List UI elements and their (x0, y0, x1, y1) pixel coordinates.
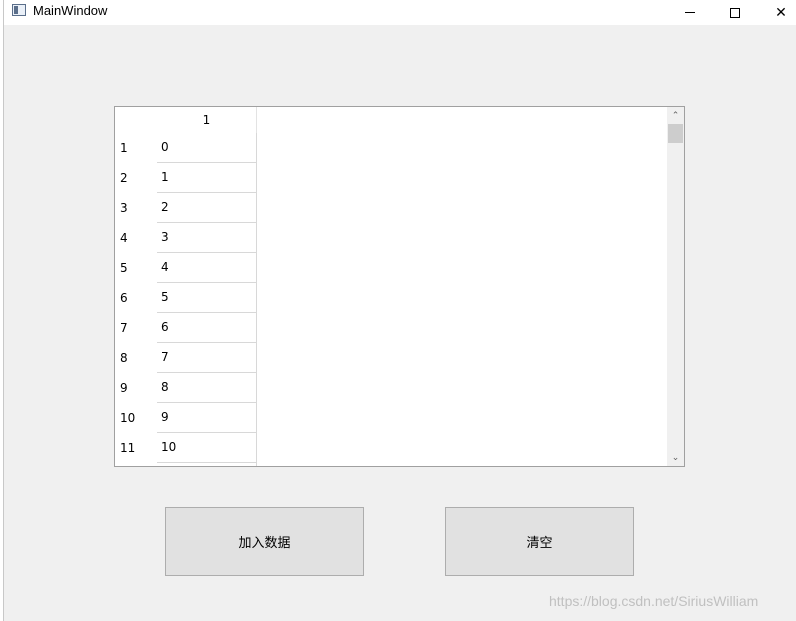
row-header[interactable]: 11 (115, 433, 157, 463)
row-header[interactable]: 8 (115, 343, 157, 373)
table-cell[interactable]: 1 (157, 163, 257, 193)
row-header[interactable]: 12 (115, 463, 157, 466)
table-cell[interactable]: 9 (157, 403, 257, 433)
title-bar[interactable]: MainWindow ✕ (4, 0, 796, 25)
clear-button[interactable]: 清空 (445, 507, 634, 576)
minimize-icon (685, 12, 695, 13)
main-window: MainWindow ✕ 1 1 0 2 1 3 2 4 3 5 4 6 5 7 6 8 7 9 8 10 9 11 10… (4, 0, 796, 621)
table-cell[interactable]: 10 (157, 433, 257, 463)
maximize-icon (730, 7, 740, 18)
data-table[interactable]: 1 10213243546576879810911101211 ⌃ ⌄ (114, 106, 685, 467)
minimize-button[interactable] (667, 0, 713, 25)
scroll-up-arrow-icon[interactable]: ⌃ (667, 107, 684, 124)
table-corner (115, 107, 157, 133)
row-header[interactable]: 10 (115, 403, 157, 433)
scroll-down-arrow-icon[interactable]: ⌄ (667, 449, 684, 466)
table-cell[interactable]: 5 (157, 283, 257, 313)
table-cell[interactable]: 2 (157, 193, 257, 223)
table-cell[interactable]: 11 (157, 463, 257, 466)
row-header[interactable]: 2 (115, 163, 157, 193)
add-data-button[interactable]: 加入数据 (165, 507, 364, 576)
close-icon: ✕ (775, 4, 787, 21)
table-cell[interactable]: 3 (157, 223, 257, 253)
row-header[interactable]: 3 (115, 193, 157, 223)
table-cell[interactable]: 0 (157, 133, 257, 163)
table-cell[interactable]: 7 (157, 343, 257, 373)
row-header[interactable]: 1 (115, 133, 157, 163)
close-button[interactable]: ✕ (758, 0, 796, 25)
column-header[interactable]: 1 (157, 107, 257, 133)
row-header[interactable]: 6 (115, 283, 157, 313)
row-header[interactable]: 4 (115, 223, 157, 253)
table-cell[interactable]: 8 (157, 373, 257, 403)
app-icon (12, 4, 26, 16)
table-cell[interactable]: 6 (157, 313, 257, 343)
watermark: https://blog.csdn.net/SiriusWilliam (549, 593, 759, 609)
scroll-thumb[interactable] (668, 124, 683, 143)
maximize-button[interactable] (712, 0, 758, 25)
row-header[interactable]: 5 (115, 253, 157, 283)
vertical-scrollbar[interactable]: ⌃ ⌄ (667, 107, 684, 466)
row-header[interactable]: 9 (115, 373, 157, 403)
table-cell[interactable]: 4 (157, 253, 257, 283)
window-title: MainWindow (33, 3, 108, 18)
row-header[interactable]: 7 (115, 313, 157, 343)
